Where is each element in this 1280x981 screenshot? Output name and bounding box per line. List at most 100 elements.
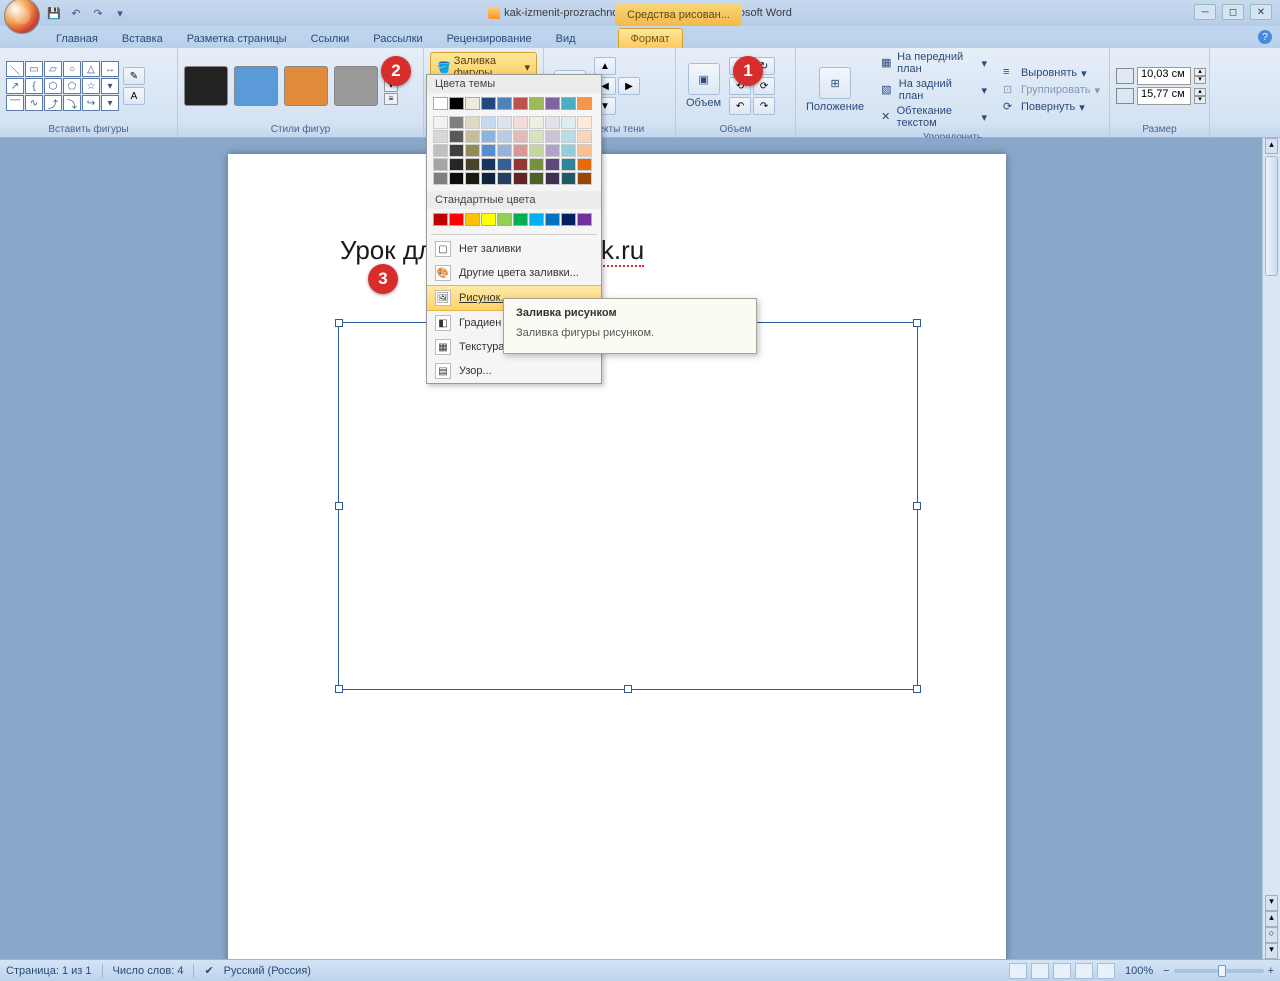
resize-handle[interactable] bbox=[335, 502, 343, 510]
color-swatch[interactable] bbox=[433, 213, 448, 226]
resize-handle[interactable] bbox=[335, 319, 343, 327]
color-swatch[interactable] bbox=[529, 213, 544, 226]
style-swatch[interactable] bbox=[334, 66, 378, 106]
color-swatch[interactable] bbox=[497, 213, 512, 226]
color-swatch[interactable] bbox=[433, 97, 448, 110]
more-colors-item[interactable]: 🎨Другие цвета заливки... bbox=[427, 261, 601, 285]
resize-handle[interactable] bbox=[624, 685, 632, 693]
no-fill-item[interactable]: ▢Нет заливки bbox=[427, 237, 601, 261]
tab-mailings[interactable]: Рассылки bbox=[361, 29, 434, 48]
rotate-button[interactable]: ⟳Повернуть ▾ bbox=[1000, 99, 1103, 115]
color-swatch[interactable] bbox=[433, 172, 448, 185]
color-swatch[interactable] bbox=[513, 144, 528, 157]
scroll-thumb[interactable] bbox=[1265, 156, 1278, 276]
color-swatch[interactable] bbox=[561, 130, 576, 143]
zoom-slider[interactable] bbox=[1174, 969, 1264, 973]
color-swatch[interactable] bbox=[497, 116, 512, 129]
view-print-layout-icon[interactable] bbox=[1009, 963, 1027, 979]
resize-handle[interactable] bbox=[913, 685, 921, 693]
color-swatch[interactable] bbox=[577, 144, 592, 157]
document-area[interactable]: Урок длXXXXXXXXpok.ru bbox=[0, 138, 1280, 959]
word-count[interactable]: Число слов: 4 bbox=[113, 965, 184, 977]
zoom-in-button[interactable]: + bbox=[1268, 965, 1274, 977]
close-button[interactable]: ✕ bbox=[1250, 4, 1272, 20]
color-swatch[interactable] bbox=[529, 116, 544, 129]
height-field[interactable]: 10,03 см▴▾ bbox=[1116, 67, 1206, 85]
color-swatch[interactable] bbox=[577, 97, 592, 110]
color-swatch[interactable] bbox=[497, 158, 512, 171]
resize-handle[interactable] bbox=[335, 685, 343, 693]
color-swatch[interactable] bbox=[529, 144, 544, 157]
browse-select-icon[interactable]: ○ bbox=[1265, 927, 1278, 943]
color-swatch[interactable] bbox=[433, 130, 448, 143]
tab-view[interactable]: Вид bbox=[544, 29, 588, 48]
tab-review[interactable]: Рецензирование bbox=[435, 29, 544, 48]
color-swatch[interactable] bbox=[465, 130, 480, 143]
spin-up-icon[interactable]: ▴ bbox=[1194, 88, 1206, 96]
send-back-button[interactable]: ▧На задний план ▾ bbox=[878, 77, 990, 103]
group-button[interactable]: ⊡Группировать ▾ bbox=[1000, 82, 1103, 98]
color-swatch[interactable] bbox=[513, 97, 528, 110]
3d-button[interactable]: ▣Объем bbox=[682, 61, 725, 111]
tilt-icon[interactable]: ↷ bbox=[753, 97, 775, 115]
slider-thumb[interactable] bbox=[1218, 965, 1226, 977]
color-swatch[interactable] bbox=[513, 130, 528, 143]
color-swatch[interactable] bbox=[481, 130, 496, 143]
browse-next-icon[interactable]: ▾ bbox=[1265, 943, 1278, 959]
qat-dropdown-icon[interactable]: ▾ bbox=[112, 5, 128, 21]
height-value[interactable]: 10,03 см bbox=[1137, 67, 1191, 85]
nudge-up-icon[interactable]: ▲ bbox=[594, 57, 616, 75]
color-swatch[interactable] bbox=[449, 158, 464, 171]
edit-shape-button[interactable]: ✎ bbox=[123, 67, 145, 85]
color-swatch[interactable] bbox=[545, 116, 560, 129]
color-swatch[interactable] bbox=[449, 213, 464, 226]
spin-down-icon[interactable]: ▾ bbox=[1194, 96, 1206, 104]
color-swatch[interactable] bbox=[433, 158, 448, 171]
tab-layout[interactable]: Разметка страницы bbox=[175, 29, 299, 48]
color-swatch[interactable] bbox=[513, 116, 528, 129]
spin-up-icon[interactable]: ▴ bbox=[1194, 68, 1206, 76]
undo-icon[interactable]: ↶ bbox=[68, 5, 84, 21]
color-swatch[interactable] bbox=[577, 158, 592, 171]
textbox-button[interactable]: A bbox=[123, 87, 145, 105]
page-indicator[interactable]: Страница: 1 из 1 bbox=[6, 965, 92, 977]
scroll-down-icon[interactable]: ▾ bbox=[1265, 895, 1278, 911]
color-swatch[interactable] bbox=[545, 172, 560, 185]
color-swatch[interactable] bbox=[465, 97, 480, 110]
tab-format[interactable]: Формат bbox=[618, 28, 683, 48]
tab-references[interactable]: Ссылки bbox=[299, 29, 362, 48]
color-swatch[interactable] bbox=[449, 144, 464, 157]
style-swatch[interactable] bbox=[284, 66, 328, 106]
color-swatch[interactable] bbox=[529, 97, 544, 110]
color-swatch[interactable] bbox=[513, 172, 528, 185]
color-swatch[interactable] bbox=[529, 130, 544, 143]
color-swatch[interactable] bbox=[433, 116, 448, 129]
color-swatch[interactable] bbox=[449, 172, 464, 185]
language-indicator[interactable]: Русский (Россия) bbox=[224, 965, 311, 977]
redo-icon[interactable]: ↷ bbox=[90, 5, 106, 21]
tilt-icon[interactable]: ↶ bbox=[729, 97, 751, 115]
color-swatch[interactable] bbox=[465, 116, 480, 129]
color-swatch[interactable] bbox=[545, 213, 560, 226]
color-swatch[interactable] bbox=[529, 172, 544, 185]
color-swatch[interactable] bbox=[561, 116, 576, 129]
color-swatch[interactable] bbox=[449, 97, 464, 110]
scroll-up-icon[interactable]: ▴ bbox=[1265, 138, 1278, 154]
color-swatch[interactable] bbox=[545, 97, 560, 110]
help-icon[interactable]: ? bbox=[1258, 30, 1272, 44]
color-swatch[interactable] bbox=[513, 213, 528, 226]
minimize-button[interactable]: ─ bbox=[1194, 4, 1216, 20]
color-swatch[interactable] bbox=[561, 213, 576, 226]
color-swatch[interactable] bbox=[497, 130, 512, 143]
color-swatch[interactable] bbox=[561, 144, 576, 157]
style-gallery[interactable]: ▴▾≡ bbox=[184, 66, 398, 106]
style-swatch[interactable] bbox=[184, 66, 228, 106]
color-swatch[interactable] bbox=[481, 213, 496, 226]
color-swatch[interactable] bbox=[577, 116, 592, 129]
color-swatch[interactable] bbox=[449, 130, 464, 143]
bring-front-button[interactable]: ▦На передний план ▾ bbox=[878, 50, 990, 76]
proofing-icon[interactable]: ✔ bbox=[204, 964, 213, 977]
theme-shade-grid[interactable] bbox=[427, 114, 601, 191]
view-draft-icon[interactable] bbox=[1097, 963, 1115, 979]
color-swatch[interactable] bbox=[577, 172, 592, 185]
